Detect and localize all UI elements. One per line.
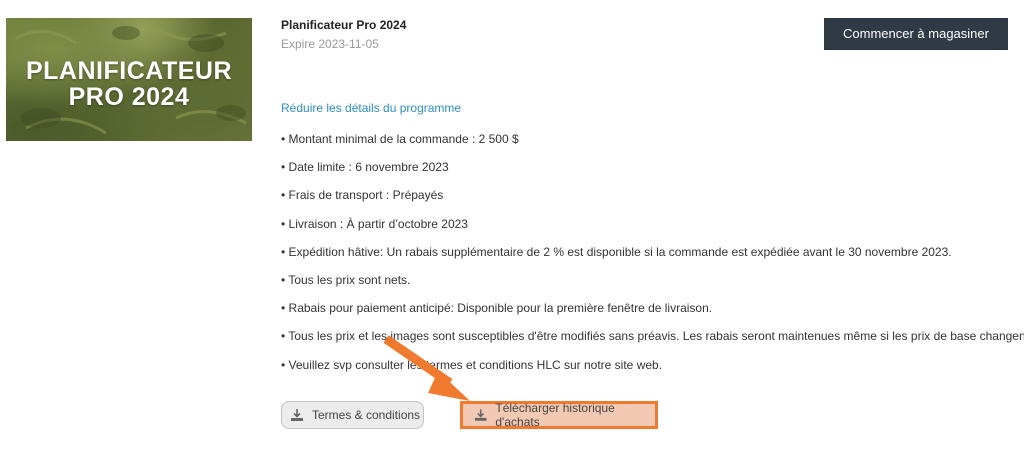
download-purchase-history-button[interactable]: Télécharger historique d'achats	[460, 401, 658, 429]
list-item: • Montant minimal de la commande : 2 500…	[281, 132, 519, 146]
collapse-details-link[interactable]: Réduire les détails du programme	[281, 101, 461, 115]
list-item: • Expédition hâtive: Un rabais supplémen…	[281, 244, 952, 259]
terms-conditions-label: Termes & conditions	[312, 408, 421, 422]
list-item: • Date limite : 6 novembre 2023	[281, 160, 449, 175]
expire-date: Expire 2023-11-05	[281, 37, 379, 51]
list-item: • Livraison : À partir d’octobre 2023	[281, 216, 468, 231]
list-item: • Tous les prix sont nets.	[281, 272, 411, 287]
list-item: • Tous les prix et les images sont susce…	[281, 329, 1024, 344]
program-image: PLANIFICATEUR PRO 2024	[6, 18, 252, 141]
terms-conditions-button[interactable]: Termes & conditions	[281, 401, 424, 429]
download-icon	[474, 409, 487, 421]
start-shopping-button[interactable]: Commencer à magasiner	[824, 18, 1008, 50]
download-purchase-history-label: Télécharger historique d'achats	[495, 401, 615, 429]
image-title: PLANIFICATEUR PRO 2024	[6, 58, 252, 110]
image-title-line2: PRO 2024	[68, 83, 190, 111]
list-item: • Veuillez svp consulter les termes et c…	[281, 357, 663, 372]
program-details-list: • Montant minimal de la commande : 2 500…	[281, 125, 1024, 379]
download-icon	[291, 409, 303, 421]
program-name: Planificateur Pro 2024	[281, 18, 407, 32]
list-item: • Rabais pour paiement anticipé: Disponi…	[281, 301, 713, 316]
list-item: • Frais de transport : Prépayés	[281, 188, 444, 203]
image-title-line1: PLANIFICATEUR	[25, 57, 233, 85]
